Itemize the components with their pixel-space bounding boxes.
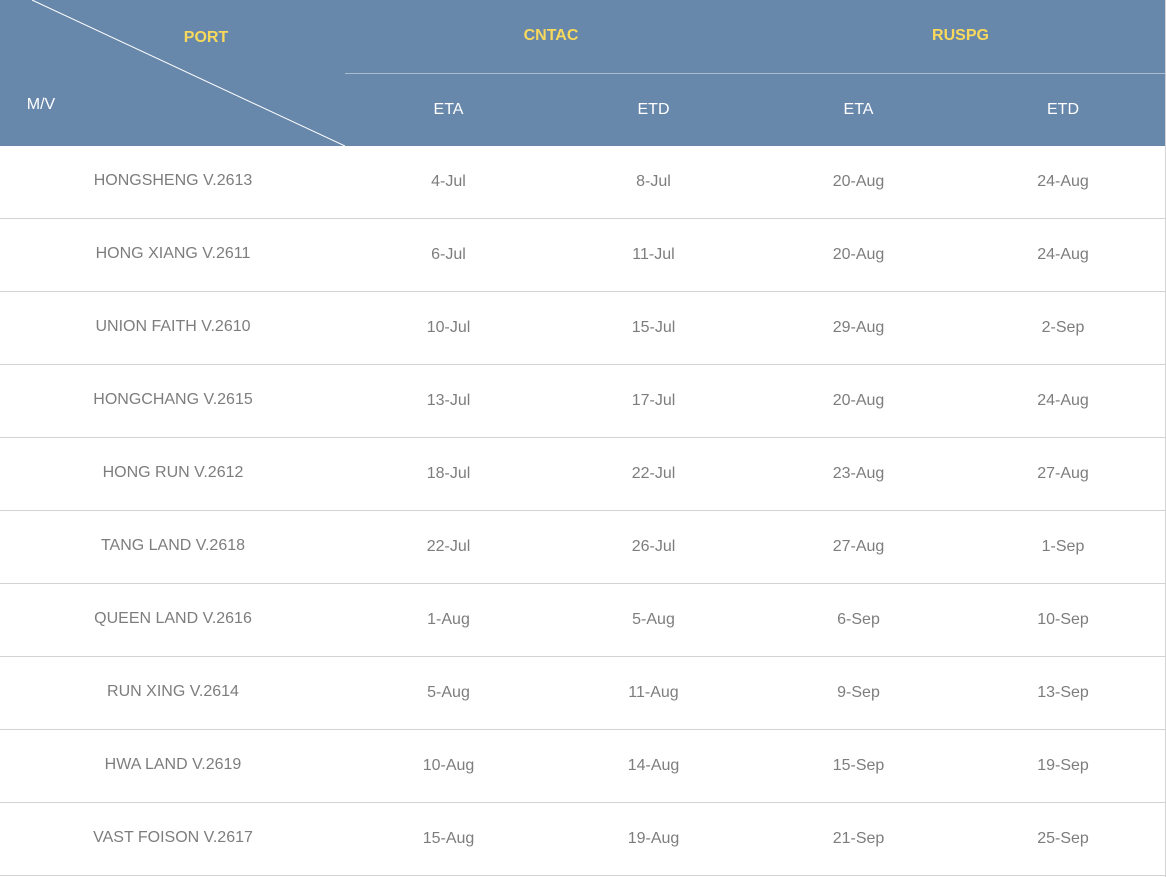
port-group-ruspg: RUSPG	[932, 27, 989, 44]
ruspg-etd-cell: 24-Aug	[1037, 246, 1089, 263]
ruspg-eta-cell: 23-Aug	[832, 465, 885, 482]
cntac-eta-cell: 1-Aug	[427, 611, 470, 628]
ruspg-eta-cell: 15-Sep	[832, 757, 885, 774]
table-row: HONG XIANG V.2611 6-Jul 11-Jul 20-Aug 24…	[0, 219, 1165, 292]
cntac-eta-cell: 22-Jul	[426, 538, 471, 555]
table-row: HONGSHENG V.2613 4-Jul 8-Jul 20-Aug 24-A…	[0, 146, 1165, 219]
table-row: HONG RUN V.2612 18-Jul 22-Jul 23-Aug 27-…	[0, 438, 1165, 511]
cntac-etd-cell: 5-Aug	[632, 611, 675, 628]
ruspg-etd-cell: 10-Sep	[1037, 611, 1089, 628]
table-row: RUN XING V.2614 5-Aug 11-Aug 9-Sep 13-Se…	[0, 657, 1165, 730]
vessel-cell: HONG XIANG V.2611	[95, 245, 251, 262]
table-row: UNION FAITH V.2610 10-Jul 15-Jul 29-Aug …	[0, 292, 1165, 365]
table-row: VAST FOISON V.2617 15-Aug 19-Aug 21-Sep …	[0, 803, 1165, 876]
schedule-table: PORT M/V CNTAC RUSPG ETA ETD ETA ETD HON…	[0, 0, 1166, 877]
cntac-eta-cell: 6-Jul	[431, 246, 466, 263]
cntac-etd-cell: 17-Jul	[631, 392, 676, 409]
ruspg-eta-cell: 29-Aug	[832, 319, 885, 336]
cntac-etd-cell: 14-Aug	[627, 757, 680, 774]
cntac-etd-cell: 11-Jul	[632, 246, 675, 263]
ruspg-etd-cell: 24-Aug	[1037, 173, 1089, 190]
vessel-cell: HONGCHANG V.2615	[93, 391, 253, 408]
vessel-cell: HWA LAND V.2619	[104, 756, 242, 773]
cntac-etd-cell: 8-Jul	[636, 173, 671, 190]
table-row: HWA LAND V.2619 10-Aug 14-Aug 15-Sep 19-…	[0, 730, 1165, 803]
column-header-ruspg-eta: ETA	[843, 101, 874, 118]
cntac-eta-cell: 15-Aug	[422, 830, 475, 847]
cntac-etd-cell: 19-Aug	[627, 830, 680, 847]
ruspg-etd-cell: 19-Sep	[1037, 757, 1089, 774]
vessel-cell: VAST FOISON V.2617	[93, 829, 253, 846]
cntac-etd-cell: 15-Jul	[631, 319, 676, 336]
cntac-eta-cell: 4-Jul	[431, 173, 466, 190]
ruspg-etd-cell: 13-Sep	[1037, 684, 1089, 701]
cntac-etd-cell: 22-Jul	[631, 465, 676, 482]
table-row: HONGCHANG V.2615 13-Jul 17-Jul 20-Aug 24…	[0, 365, 1165, 438]
vessel-header-label: M/V	[26, 96, 56, 113]
column-header-cntac-eta: ETA	[433, 101, 464, 118]
port-header-label: PORT	[183, 29, 229, 46]
ruspg-eta-cell: 20-Aug	[832, 392, 885, 409]
ruspg-eta-cell: 20-Aug	[832, 173, 885, 190]
table-body: HONGSHENG V.2613 4-Jul 8-Jul 20-Aug 24-A…	[0, 146, 1165, 876]
vessel-cell: UNION FAITH V.2610	[95, 318, 251, 335]
ruspg-etd-cell: 27-Aug	[1037, 465, 1089, 482]
header-diagonal-divider	[31, 0, 346, 146]
cntac-eta-cell: 10-Aug	[422, 757, 475, 774]
vessel-cell: HONG RUN V.2612	[102, 464, 244, 481]
ruspg-eta-cell: 9-Sep	[837, 684, 880, 701]
vessel-cell: HONGSHENG V.2613	[93, 172, 253, 189]
vessel-cell: TANG LAND V.2618	[100, 537, 246, 554]
table-header: PORT M/V CNTAC RUSPG ETA ETD ETA ETD	[0, 0, 1165, 146]
cntac-eta-cell: 13-Jul	[426, 392, 471, 409]
cntac-eta-cell: 10-Jul	[426, 319, 471, 336]
vessel-cell: QUEEN LAND V.2616	[94, 610, 252, 627]
ruspg-eta-cell: 6-Sep	[837, 611, 880, 628]
cntac-etd-cell: 26-Jul	[631, 538, 676, 555]
ruspg-eta-cell: 21-Sep	[832, 830, 885, 847]
table-row: QUEEN LAND V.2616 1-Aug 5-Aug 6-Sep 10-S…	[0, 584, 1165, 657]
column-header-cntac-etd: ETD	[637, 101, 670, 118]
column-header-ruspg-etd: ETD	[1047, 101, 1079, 118]
ruspg-etd-cell: 24-Aug	[1037, 392, 1089, 409]
cntac-etd-cell: 11-Aug	[628, 684, 679, 701]
cntac-eta-cell: 5-Aug	[427, 684, 470, 701]
ruspg-eta-cell: 27-Aug	[832, 538, 885, 555]
table-row: TANG LAND V.2618 22-Jul 26-Jul 27-Aug 1-…	[0, 511, 1165, 584]
cntac-eta-cell: 18-Jul	[426, 465, 471, 482]
ruspg-etd-cell: 25-Sep	[1037, 830, 1089, 847]
ruspg-etd-cell: 1-Sep	[1041, 538, 1085, 555]
vessel-cell: RUN XING V.2614	[107, 683, 239, 700]
ruspg-eta-cell: 20-Aug	[832, 246, 885, 263]
group-divider	[345, 73, 1165, 74]
ruspg-etd-cell: 2-Sep	[1041, 319, 1085, 336]
port-group-cntac: CNTAC	[523, 27, 579, 44]
